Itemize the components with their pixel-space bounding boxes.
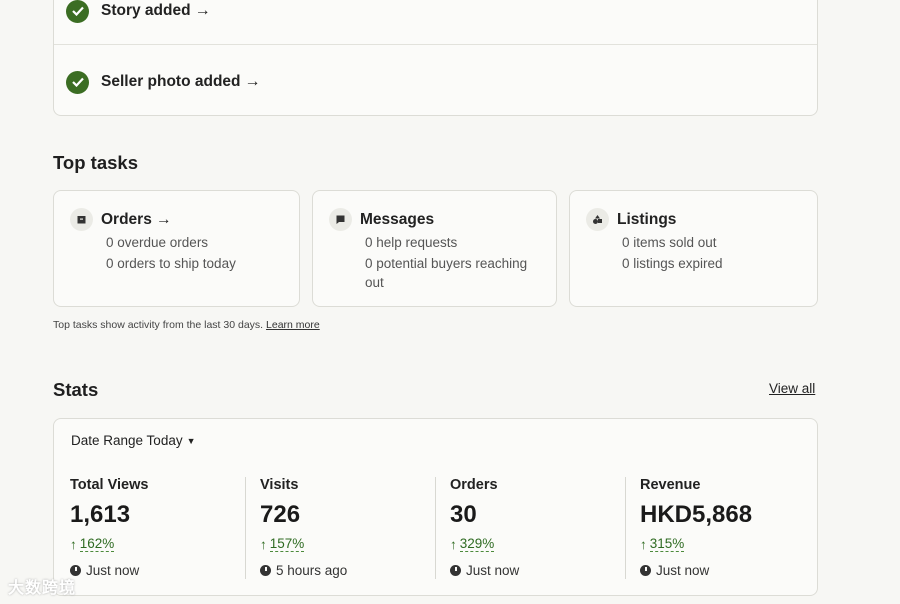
box-icon xyxy=(70,208,93,231)
stat-time: 5 hours ago xyxy=(260,563,347,578)
arrow-right-icon: → xyxy=(244,73,261,90)
task-line: 0 overdue orders xyxy=(106,235,209,250)
change-value: 329% xyxy=(459,536,495,552)
task-line: 0 help requests xyxy=(365,235,458,250)
arrow-up-icon: ↑ xyxy=(260,536,267,552)
stat-time: Just now xyxy=(70,563,139,578)
stat-total-views[interactable]: Total Views 1,613 ↑ 162% Just now xyxy=(70,477,250,583)
checklist-item-story[interactable]: Story added → xyxy=(66,0,211,31)
date-range-dropdown[interactable]: Date Range Today ▼ xyxy=(71,433,196,448)
checklist-card: Story added → Seller photo added → xyxy=(53,0,818,116)
task-line: out xyxy=(365,275,384,290)
change-value: 315% xyxy=(649,536,685,552)
time-text: Just now xyxy=(656,563,710,578)
task-card-messages[interactable]: Messages 0 help requests 0 potential buy… xyxy=(312,190,557,307)
stat-visits[interactable]: Visits 726 ↑ 157% 5 hours ago xyxy=(260,477,440,583)
date-range-label: Date Range Today xyxy=(71,433,183,448)
stat-change: ↑ 162% xyxy=(70,536,115,552)
task-line: 0 items sold out xyxy=(622,235,717,250)
time-text: 5 hours ago xyxy=(276,563,348,578)
caret-down-icon: ▼ xyxy=(186,435,196,446)
view-all-link[interactable]: View all xyxy=(769,381,815,396)
stats-card: Date Range Today ▼ Total Views 1,613 ↑ 1… xyxy=(53,418,818,596)
time-text: Just now xyxy=(466,563,520,578)
stat-change: ↑ 329% xyxy=(450,536,495,552)
stat-label: Total Views xyxy=(70,477,149,493)
stat-value: 1,613 xyxy=(70,501,131,528)
stat-change: ↑ 157% xyxy=(260,536,305,552)
checklist-item-label: Seller photo added xyxy=(101,73,241,90)
top-tasks-title: Top tasks xyxy=(53,152,138,173)
stat-divider xyxy=(245,477,246,579)
checklist-item-label: Story added xyxy=(101,2,191,19)
stat-value: 726 xyxy=(260,501,301,528)
stat-change: ↑ 315% xyxy=(640,536,685,552)
stats-title: Stats xyxy=(53,379,99,400)
task-card-listings[interactable]: Listings 0 items sold out 0 listings exp… xyxy=(569,190,818,307)
arrow-up-icon: ↑ xyxy=(70,536,77,552)
arrow-right-icon: → xyxy=(194,2,211,19)
change-value: 157% xyxy=(269,536,305,552)
change-value: 162% xyxy=(79,536,115,552)
stat-label: Visits xyxy=(260,477,299,493)
checklist-item-seller-photo[interactable]: Seller photo added → xyxy=(66,62,261,102)
clock-icon xyxy=(260,565,271,576)
stat-value: 30 xyxy=(450,501,477,528)
task-title: Orders → xyxy=(101,211,172,228)
arrow-up-icon: ↑ xyxy=(450,536,457,552)
time-text: Just now xyxy=(86,563,140,578)
learn-more-link[interactable]: Learn more xyxy=(266,319,320,331)
stat-orders[interactable]: Orders 30 ↑ 329% Just now xyxy=(450,477,630,583)
stat-value: HKD5,868 xyxy=(640,501,753,528)
checkmark-icon xyxy=(66,0,89,23)
task-line: 0 listings expired xyxy=(622,256,723,271)
chat-icon xyxy=(329,208,352,231)
stat-revenue[interactable]: Revenue HKD5,868 ↑ 315% Just now xyxy=(640,477,820,583)
task-card-orders[interactable]: Orders → 0 overdue orders 0 orders to sh… xyxy=(53,190,300,307)
divider xyxy=(54,44,817,45)
stat-divider xyxy=(435,477,436,579)
task-title: Listings xyxy=(617,211,677,228)
footnote-text: Top tasks show activity from the last 30… xyxy=(53,319,264,331)
task-title: Messages xyxy=(360,211,435,228)
stat-time: Just now xyxy=(450,563,519,578)
checkmark-icon xyxy=(66,70,89,94)
clock-icon xyxy=(640,565,651,576)
stat-time: Just now xyxy=(640,563,709,578)
top-tasks-footnote: Top tasks show activity from the last 30… xyxy=(53,319,320,331)
task-line: 0 potential buyers reaching xyxy=(365,256,528,271)
watermark: 大数跨境 xyxy=(8,580,77,597)
stat-divider xyxy=(625,477,626,579)
stat-label: Revenue xyxy=(640,477,701,493)
stat-label: Orders xyxy=(450,477,498,493)
clock-icon xyxy=(450,565,461,576)
arrow-up-icon: ↑ xyxy=(640,536,647,552)
shapes-icon xyxy=(586,208,609,231)
task-line: 0 orders to ship today xyxy=(106,256,236,271)
